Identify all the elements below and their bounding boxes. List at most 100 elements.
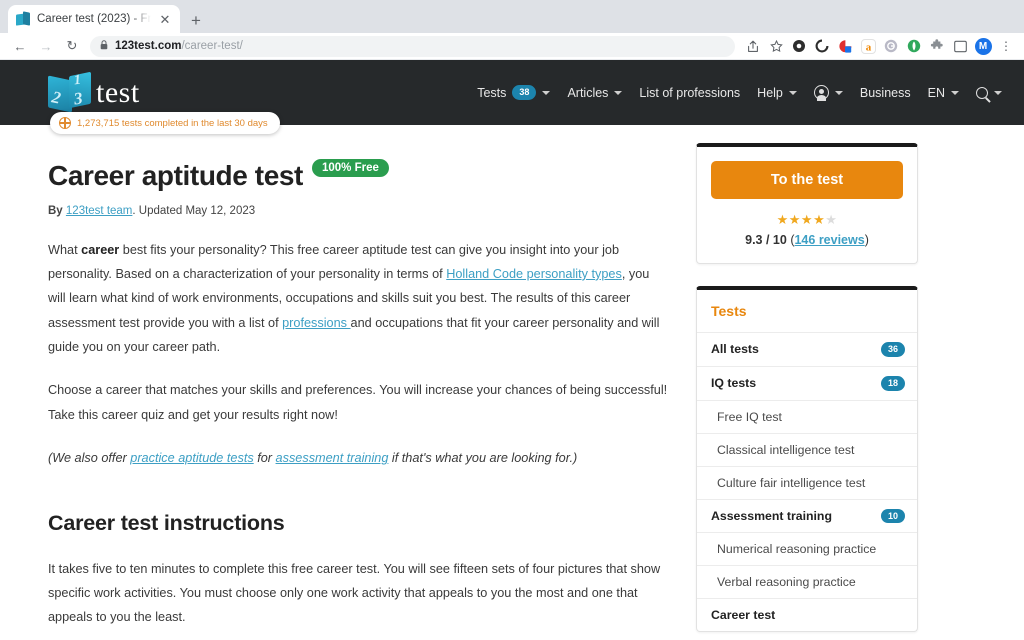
practice-offer-paragraph: (We also offer practice aptitude tests f… <box>48 446 668 470</box>
star-icon: ★ <box>788 212 801 227</box>
cube-logo-icon: 1 2 3 <box>48 71 92 114</box>
sidebar-label: Career test <box>711 608 776 623</box>
sidebar-item-classical-intelligence-test[interactable]: Classical intelligence test <box>697 432 917 466</box>
p3-c: if that's what you are looking for.) <box>388 451 578 466</box>
nav-label-professions: List of professions <box>639 85 741 100</box>
extension-icons: a M ⋮ <box>743 36 1016 56</box>
nav-item-list-of-professions[interactable]: List of professions <box>639 86 740 100</box>
red-shield-extension-icon[interactable] <box>835 36 855 56</box>
tests-completed-text: 1,273,715 tests completed in the last 30… <box>77 117 268 129</box>
tests-completed-banner: 1,273,715 tests completed in the last 30… <box>50 112 280 134</box>
123test-cube-icon <box>16 11 30 26</box>
chevron-down-icon <box>788 90 797 95</box>
bookmark-star-icon[interactable] <box>766 36 786 56</box>
site-logo[interactable]: 1 2 3 test <box>48 71 140 114</box>
sidebar-item-numerical-reasoning-practice[interactable]: Numerical reasoning practice <box>697 532 917 565</box>
sidebar-item-career-test[interactable]: Career test <box>697 598 917 631</box>
grammarly-extension-icon[interactable] <box>881 36 901 56</box>
forward-button[interactable]: → <box>34 34 58 58</box>
byline: By 123test team. Updated May 12, 2023 <box>48 205 668 217</box>
nav-item-business[interactable]: Business <box>860 86 911 100</box>
new-tab-button[interactable]: + <box>191 12 201 29</box>
nav-label-tests: Tests <box>477 85 507 100</box>
p3-a: (We also offer <box>48 451 131 466</box>
tests-card: Tests All tests 36 IQ tests 18 Free IQ t… <box>696 286 918 633</box>
reviews-close: ) <box>864 233 869 247</box>
chevron-down-icon <box>951 90 959 95</box>
address-bar[interactable]: 123test.com/career-test/ <box>90 35 735 57</box>
back-button[interactable]: ← <box>8 34 32 58</box>
avatar-initial: M <box>974 37 992 55</box>
sidebar-label: Culture fair intelligence test <box>717 475 866 490</box>
chevron-down-icon <box>542 90 551 95</box>
sidebar-item-verbal-reasoning-practice[interactable]: Verbal reasoning practice <box>697 565 917 598</box>
chevron-down-icon <box>834 90 843 95</box>
lock-icon <box>100 40 108 52</box>
sidebar-item-assessment-training[interactable]: Assessment training 10 <box>697 498 917 533</box>
star-icon: ★ <box>813 212 826 227</box>
to-the-test-button[interactable]: To the test <box>711 161 903 199</box>
section-heading-instructions: Career test instructions <box>48 510 285 535</box>
sidebar-badge: 36 <box>880 342 905 357</box>
sidebar-item-all-tests[interactable]: All tests 36 <box>697 332 917 366</box>
url-path: /career-test/ <box>181 40 243 52</box>
nav-item-tests[interactable]: Tests 38 <box>477 85 551 100</box>
page-title: Career aptitude test <box>48 159 303 191</box>
practice-aptitude-tests-link[interactable]: practice aptitude tests <box>130 451 253 465</box>
star-icon: ★ <box>776 212 789 227</box>
sidebar-label: Classical intelligence test <box>717 442 855 457</box>
nav-item-language[interactable]: EN <box>928 86 959 100</box>
reviews-link[interactable]: 146 reviews <box>794 233 864 247</box>
choose-career-paragraph: Choose a career that matches your skills… <box>48 383 668 422</box>
tab-strip: Career test (2023) - Free online career … <box>0 0 1024 33</box>
holland-code-link[interactable]: Holland Code personality types <box>446 267 622 281</box>
byline-by: By <box>48 204 66 217</box>
sidebar-item-iq-tests[interactable]: IQ tests 18 <box>697 365 917 400</box>
chrome-menu-icon[interactable]: ⋮ <box>996 36 1016 56</box>
profile-avatar[interactable]: M <box>973 36 993 56</box>
site-navigation: Tests 38 Articles List of professions He… <box>477 85 1002 101</box>
sidebar-item-free-iq-test[interactable]: Free IQ test <box>697 399 917 433</box>
chevron-down-icon <box>614 90 623 95</box>
nav-label-language: EN <box>927 85 945 100</box>
sidebar-label: Free IQ test <box>717 409 782 424</box>
cta-card: To the test ★★★★★ 9.3 / 10 (146 reviews) <box>696 143 918 264</box>
nav-label-help: Help <box>757 85 783 100</box>
reload-button[interactable]: ↻ <box>60 34 84 58</box>
globe-icon <box>59 117 71 129</box>
gear-extension-icon[interactable] <box>789 36 809 56</box>
p3-b: for <box>253 451 276 466</box>
share-icon[interactable] <box>743 36 763 56</box>
page-body: Career aptitude test 100% Free By 123test… <box>0 125 1024 640</box>
sidebar-badge: 10 <box>880 508 905 524</box>
nav-item-account[interactable] <box>813 85 843 101</box>
sidepanel-icon[interactable] <box>950 36 970 56</box>
nav-item-articles[interactable]: Articles <box>567 86 623 100</box>
author-link[interactable]: 123test team <box>66 205 132 217</box>
p1-a: What <box>48 242 82 257</box>
amazon-extension-icon[interactable]: a <box>858 36 878 56</box>
browser-tab[interactable]: Career test (2023) - Free online career … <box>8 5 180 33</box>
site-header: 1 2 3 test 1,273,715 tests completed in … <box>0 60 1024 134</box>
rating-score: 9.3 / 10 (146 reviews) <box>711 233 903 247</box>
nav-item-help[interactable]: Help <box>757 86 797 100</box>
sidebar-item-culture-fair-intelligence-test[interactable]: Culture fair intelligence test <box>697 465 917 499</box>
close-icon[interactable]: ✕ <box>158 13 172 26</box>
instructions-paragraph-1: It takes five to ten minutes to complete… <box>48 561 661 625</box>
sidebar-label: IQ tests <box>711 376 757 391</box>
green-circle-extension-icon[interactable] <box>904 36 924 56</box>
star-icon-empty: ★ <box>825 212 838 227</box>
score-value: 9.3 / 10 <box>745 233 791 247</box>
free-badge: 100% Free <box>311 159 389 177</box>
nav-label-business: Business <box>859 85 911 100</box>
puzzle-extensions-icon[interactable] <box>927 36 947 56</box>
tests-card-title: Tests <box>711 303 747 319</box>
assessment-training-link[interactable]: assessment training <box>276 451 389 465</box>
nav-badge-tests: 38 <box>512 85 537 100</box>
nav-item-search[interactable] <box>976 86 1002 99</box>
user-account-icon <box>813 85 829 101</box>
professions-link[interactable]: professions <box>282 316 350 330</box>
sync-extension-icon[interactable] <box>812 36 832 56</box>
url-text: 123test.com/career-test/ <box>115 40 243 52</box>
svg-text:a: a <box>865 41 871 53</box>
